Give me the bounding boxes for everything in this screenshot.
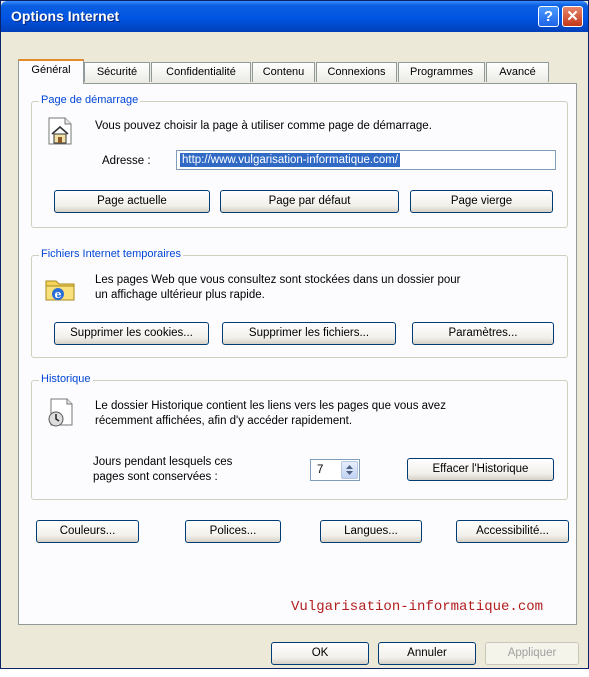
svg-text:e: e [55,288,62,301]
close-button[interactable]: ✕ [562,6,583,27]
accessibility-button[interactable]: Accessibilité... [456,520,569,543]
tab-strip: Général Sécurité Confidentialité Contenu… [18,59,578,84]
days-stepper[interactable]: 7 [310,459,360,481]
days-label-1: Jours pendant lesquels ces [93,456,233,468]
delete-files-button[interactable]: Supprimer les fichiers... [222,322,396,345]
address-input[interactable]: http://www.vulgarisation-informatique.co… [176,150,556,170]
help-button[interactable]: ? [538,6,559,27]
use-current-button[interactable]: Page actuelle [54,190,210,213]
use-blank-button[interactable]: Page vierge [410,190,553,213]
up-down-arrows-icon [346,465,353,475]
tab-content[interactable]: Contenu [252,62,315,82]
tab-general[interactable]: Général [18,59,84,84]
watermark-text: Vulgarisation-informatique.com [291,599,544,615]
history-description-1: Le dossier Historique contient les liens… [95,400,446,412]
delete-cookies-button[interactable]: Supprimer les cookies... [54,322,209,345]
cancel-button[interactable]: Annuler [378,642,476,665]
address-label: Adresse : [102,155,151,167]
history-description-2: récemment affichées, afin d'y accéder ra… [95,415,353,427]
ok-button[interactable]: OK [271,642,369,665]
home-page-legend: Page de démarrage [39,94,141,106]
temp-files-legend: Fichiers Internet temporaires [39,248,183,260]
home-page-description: Vous pouvez choisir la page à utiliser c… [95,120,432,132]
days-stepper-arrows[interactable] [341,461,358,479]
apply-button[interactable]: Appliquer [485,642,579,665]
address-input-value: http://www.vulgarisation-informatique.co… [180,153,401,167]
history-legend: Historique [39,373,93,385]
temp-files-description-2: un affichage ultérieur plus rapide. [95,289,265,301]
folder-ie-icon: e [45,280,75,301]
help-icon: ? [543,8,554,25]
days-label-2: pages sont conservées : [93,471,218,483]
colors-button[interactable]: Couleurs... [36,520,139,543]
settings-button[interactable]: Paramètres... [412,322,554,345]
window-title: Options Internet [11,8,120,24]
tab-security[interactable]: Sécurité [84,62,150,82]
temp-files-description-1: Les pages Web que vous consultez sont st… [95,274,461,286]
tab-connections[interactable]: Connexions [316,62,397,82]
languages-button[interactable]: Langues... [320,520,422,543]
internet-options-window: Options Internet ? ✕ Général Sécurité Co… [0,0,589,669]
title-bar[interactable]: Options Internet ? ✕ [1,1,588,32]
house-page-icon [48,117,72,145]
tab-advanced[interactable]: Avancé [486,62,549,82]
close-icon: ✕ [566,8,579,25]
clear-history-button[interactable]: Effacer l'Historique [407,458,554,481]
days-value: 7 [317,464,324,476]
fonts-button[interactable]: Polices... [185,520,281,543]
tab-programs[interactable]: Programmes [398,62,485,82]
use-default-button[interactable]: Page par défaut [220,190,399,213]
tab-privacy[interactable]: Confidentialité [151,62,251,82]
history-page-icon [48,398,73,427]
